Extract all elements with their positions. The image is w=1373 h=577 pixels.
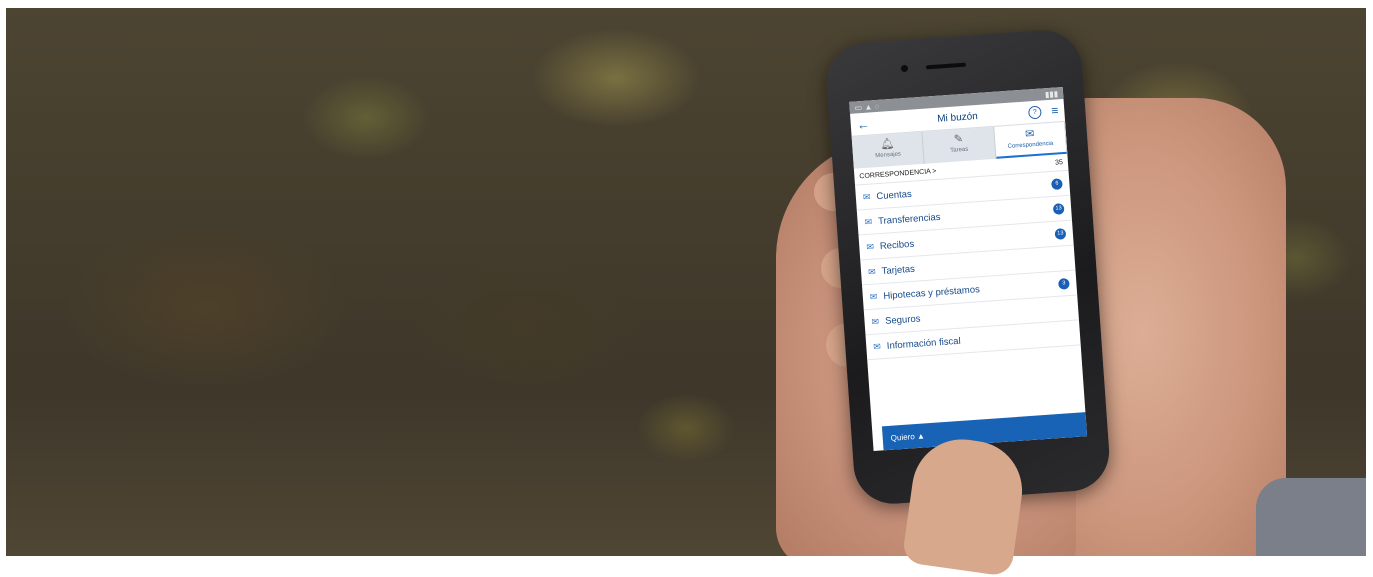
envelope-icon: ✉ (867, 265, 876, 277)
tab-label: Correspondencia (1007, 140, 1054, 150)
envelope-icon: ✉ (862, 191, 871, 202)
count-badge: 6 (1051, 177, 1063, 190)
list-item-label: Transferencias (877, 211, 941, 227)
quiero-label: Quiero ▲ (890, 430, 926, 443)
tab-mensajes[interactable]: 🔔︎ Mensajes (851, 131, 926, 169)
count-badge: 13 (1054, 227, 1067, 240)
sleeve (1256, 478, 1366, 556)
edit-icon: ✎ (953, 133, 964, 146)
envelope-icon: ✉ (869, 290, 878, 302)
phone-screen: ▭ ▲ ◌ ▮▮▮ ← Mi buzón ? ≡ 🔔︎ Mensajes ✎ T… (849, 86, 1088, 452)
tab-tareas[interactable]: ✎ Tareas (922, 126, 997, 164)
envelope-icon: ✉ (871, 315, 880, 327)
list-item-label: Seguros (884, 312, 921, 327)
envelope-icon: ✉ (872, 340, 882, 352)
envelope-icon: ✉ (865, 241, 875, 252)
section-label: CORRESPONDENCIA > (859, 167, 937, 180)
count-badge: 13 (1052, 202, 1065, 215)
list-item-label: Tarjetas (881, 263, 916, 277)
bell-icon: 🔔︎ (880, 137, 895, 151)
photo-background (6, 8, 1366, 556)
front-camera (900, 64, 909, 73)
list-item-label: Hipotecas y préstamos (882, 283, 981, 302)
signal-battery-icon: ▮▮▮ (1044, 88, 1059, 99)
list-item-label: Recibos (879, 238, 915, 252)
envelope-icon: ✉ (1024, 128, 1035, 141)
tab-label: Mensajes (875, 151, 902, 160)
tab-correspondencia[interactable]: ✉ Correspondencia (993, 121, 1068, 159)
list-item-label: Información fiscal (886, 335, 961, 352)
envelope-icon: ✉ (864, 216, 873, 227)
count-badge: 3 (1058, 277, 1070, 290)
smartphone: ▭ ▲ ◌ ▮▮▮ ← Mi buzón ? ≡ 🔔︎ Mensajes ✎ T… (824, 27, 1112, 507)
tab-label: Tareas (950, 146, 969, 154)
list-item-label: Cuentas (876, 188, 913, 202)
notification-icon: ▭ ▲ ◌ (854, 101, 880, 113)
section-count: 35 (1054, 158, 1064, 167)
earpiece-speaker (925, 62, 967, 70)
